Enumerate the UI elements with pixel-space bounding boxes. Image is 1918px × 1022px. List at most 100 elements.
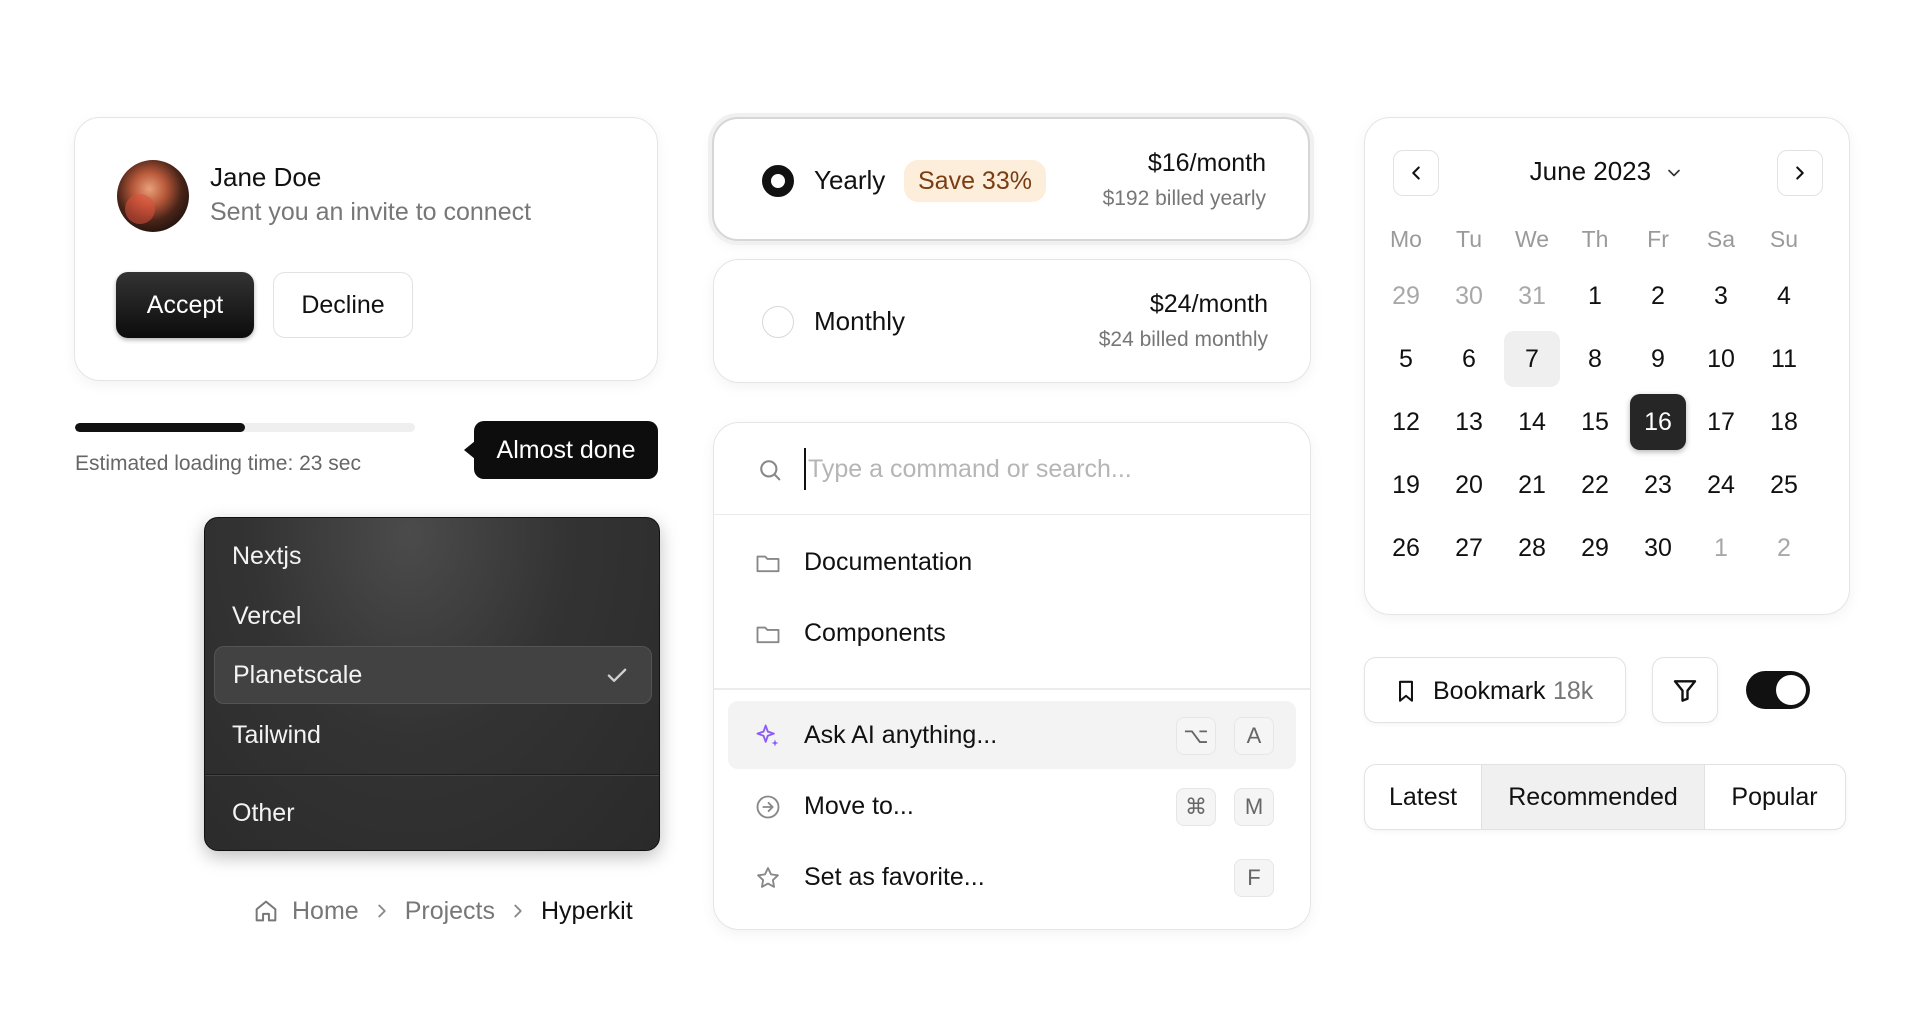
price-period: /month (1191, 290, 1268, 318)
invite-name: Jane Doe (210, 162, 322, 192)
dropdown-item-other[interactable]: Other (214, 784, 652, 842)
search-row (714, 423, 1310, 515)
accept-button[interactable]: Accept (116, 272, 254, 338)
toggle-switch[interactable] (1746, 671, 1810, 709)
calendar-day[interactable]: 27 (1441, 520, 1497, 576)
dropdown-item-tailwind[interactable]: Tailwind (214, 706, 652, 764)
star-icon (757, 867, 779, 888)
calendar-day[interactable]: 17 (1693, 394, 1749, 450)
calendar-day[interactable]: 23 (1630, 457, 1686, 513)
calendar-day[interactable]: 6 (1441, 331, 1497, 387)
tab-latest[interactable]: Latest (1365, 765, 1482, 829)
dropdown-item-nextjs[interactable]: Nextjs (214, 527, 652, 585)
filter-button[interactable] (1652, 657, 1718, 723)
calendar-day[interactable]: 16 (1630, 394, 1686, 450)
calendar-day[interactable]: 25 (1756, 457, 1812, 513)
weekday-label: Su (1769, 226, 1799, 252)
price-amount: $24 (1149, 290, 1192, 318)
command-search-input[interactable] (804, 448, 1264, 490)
breadcrumb-current: Hyperkit (541, 896, 633, 925)
calendar-day[interactable]: 14 (1504, 394, 1560, 450)
calendar-day[interactable]: 1 (1567, 268, 1623, 324)
dropdown-item-vercel[interactable]: Vercel (214, 587, 652, 645)
calendar-day[interactable]: 28 (1504, 520, 1560, 576)
calendar-day[interactable]: 3 (1693, 268, 1749, 324)
calendar-day[interactable]: 24 (1693, 457, 1749, 513)
dropdown-item-planetscale[interactable]: Planetscale (214, 646, 652, 704)
calendar: June 2023 Mo Tu We Th Fr Sa Su 29 30 31 1 2 3 4 5 6 7 8 9 1… (1364, 117, 1850, 615)
folder-icon (756, 626, 780, 644)
calendar-day[interactable]: 9 (1630, 331, 1686, 387)
calendar-day[interactable]: 30 (1441, 268, 1497, 324)
tab-popular[interactable]: Popular (1705, 765, 1844, 829)
calendar-day[interactable]: 2 (1630, 268, 1686, 324)
palette-item-label: Ask AI anything... (804, 721, 998, 749)
palette-item-ask-ai[interactable]: Ask AI anything... ⌥ A (728, 701, 1296, 769)
calendar-day[interactable]: 19 (1378, 457, 1434, 513)
plan-price: $16/month (1148, 149, 1266, 178)
palette-item-move-to[interactable]: Move to... ⌘ M (728, 772, 1296, 840)
dropdown-item-label: Vercel (232, 601, 302, 630)
palette-item-favorite[interactable]: Set as favorite... F (728, 843, 1296, 911)
progress-fill (75, 423, 245, 432)
arrow-circle-icon (756, 795, 780, 819)
invite-message: Sent you an invite to connect (210, 198, 532, 226)
calendar-title: June 2023 (1529, 156, 1652, 186)
decline-button[interactable]: Decline (273, 272, 413, 338)
calendar-day[interactable]: 20 (1441, 457, 1497, 513)
shortcut-key: F (1234, 859, 1274, 897)
bookmark-count: 18k (1553, 677, 1594, 705)
radio-monthly[interactable] (762, 306, 794, 338)
weekday-label: Th (1581, 226, 1609, 252)
calendar-day[interactable]: 10 (1693, 331, 1749, 387)
plan-billed: $24 billed monthly (1098, 328, 1268, 351)
radio-yearly[interactable] (762, 165, 794, 197)
palette-item-label: Set as favorite... (804, 863, 985, 891)
segmented-tabs: Latest Recommended Popular (1364, 764, 1846, 830)
save-badge: Save 33% (904, 160, 1046, 202)
weekday-label: Sa (1706, 226, 1736, 252)
palette-item-documentation[interactable]: Documentation (728, 528, 1296, 596)
calendar-day[interactable]: 15 (1567, 394, 1623, 450)
calendar-day[interactable]: 30 (1630, 520, 1686, 576)
plan-name: Monthly (814, 306, 906, 336)
price-amount: $16 (1147, 149, 1190, 177)
calendar-day[interactable]: 11 (1756, 331, 1812, 387)
calendar-day[interactable]: 1 (1693, 520, 1749, 576)
plan-yearly[interactable]: Yearly Save 33% $16/month $192 billed ye… (712, 117, 1310, 241)
chevron-right-icon (378, 904, 386, 918)
calendar-day[interactable]: 29 (1378, 268, 1434, 324)
calendar-day[interactable]: 31 (1504, 268, 1560, 324)
calendar-day[interactable]: 29 (1567, 520, 1623, 576)
breadcrumb-home[interactable]: Home (292, 897, 359, 926)
palette-item-components[interactable]: Components (728, 599, 1296, 667)
price-period: /month (1189, 149, 1266, 177)
calendar-day[interactable]: 8 (1567, 331, 1623, 387)
calendar-day[interactable]: 2 (1756, 520, 1812, 576)
filter-icon (1673, 680, 1697, 702)
tab-recommended[interactable]: Recommended (1482, 765, 1705, 829)
calendar-day[interactable]: 22 (1567, 457, 1623, 513)
bookmark-icon (1399, 680, 1413, 702)
calendar-day[interactable]: 5 (1378, 331, 1434, 387)
chevron-right-icon (514, 904, 522, 918)
calendar-day[interactable]: 12 (1378, 394, 1434, 450)
avatar (117, 160, 189, 232)
calendar-day[interactable]: 13 (1441, 394, 1497, 450)
calendar-day[interactable]: 18 (1756, 394, 1812, 450)
chevron-down-icon (1668, 169, 1681, 177)
shortcut-key: ⌥ (1176, 717, 1216, 755)
calendar-day[interactable]: 26 (1378, 520, 1434, 576)
next-month-button[interactable] (1777, 150, 1823, 196)
invite-card: Jane Doe Sent you an invite to connect A… (74, 117, 658, 381)
dropdown-menu: Nextjs Vercel Planetscale Tailwind Other (204, 517, 660, 851)
weekday-label: Tu (1456, 226, 1482, 252)
breadcrumb-projects[interactable]: Projects (405, 897, 495, 926)
calendar-day[interactable]: 7 (1504, 331, 1560, 387)
calendar-day[interactable]: 21 (1504, 457, 1560, 513)
bookmark-button[interactable]: Bookmark 18k (1364, 657, 1626, 723)
bookmark-label: Bookmark (1433, 677, 1546, 705)
plan-monthly[interactable]: Monthly $24/month $24 billed monthly (713, 259, 1311, 383)
plan-billed: $192 billed yearly (1102, 187, 1266, 210)
calendar-day[interactable]: 4 (1756, 268, 1812, 324)
